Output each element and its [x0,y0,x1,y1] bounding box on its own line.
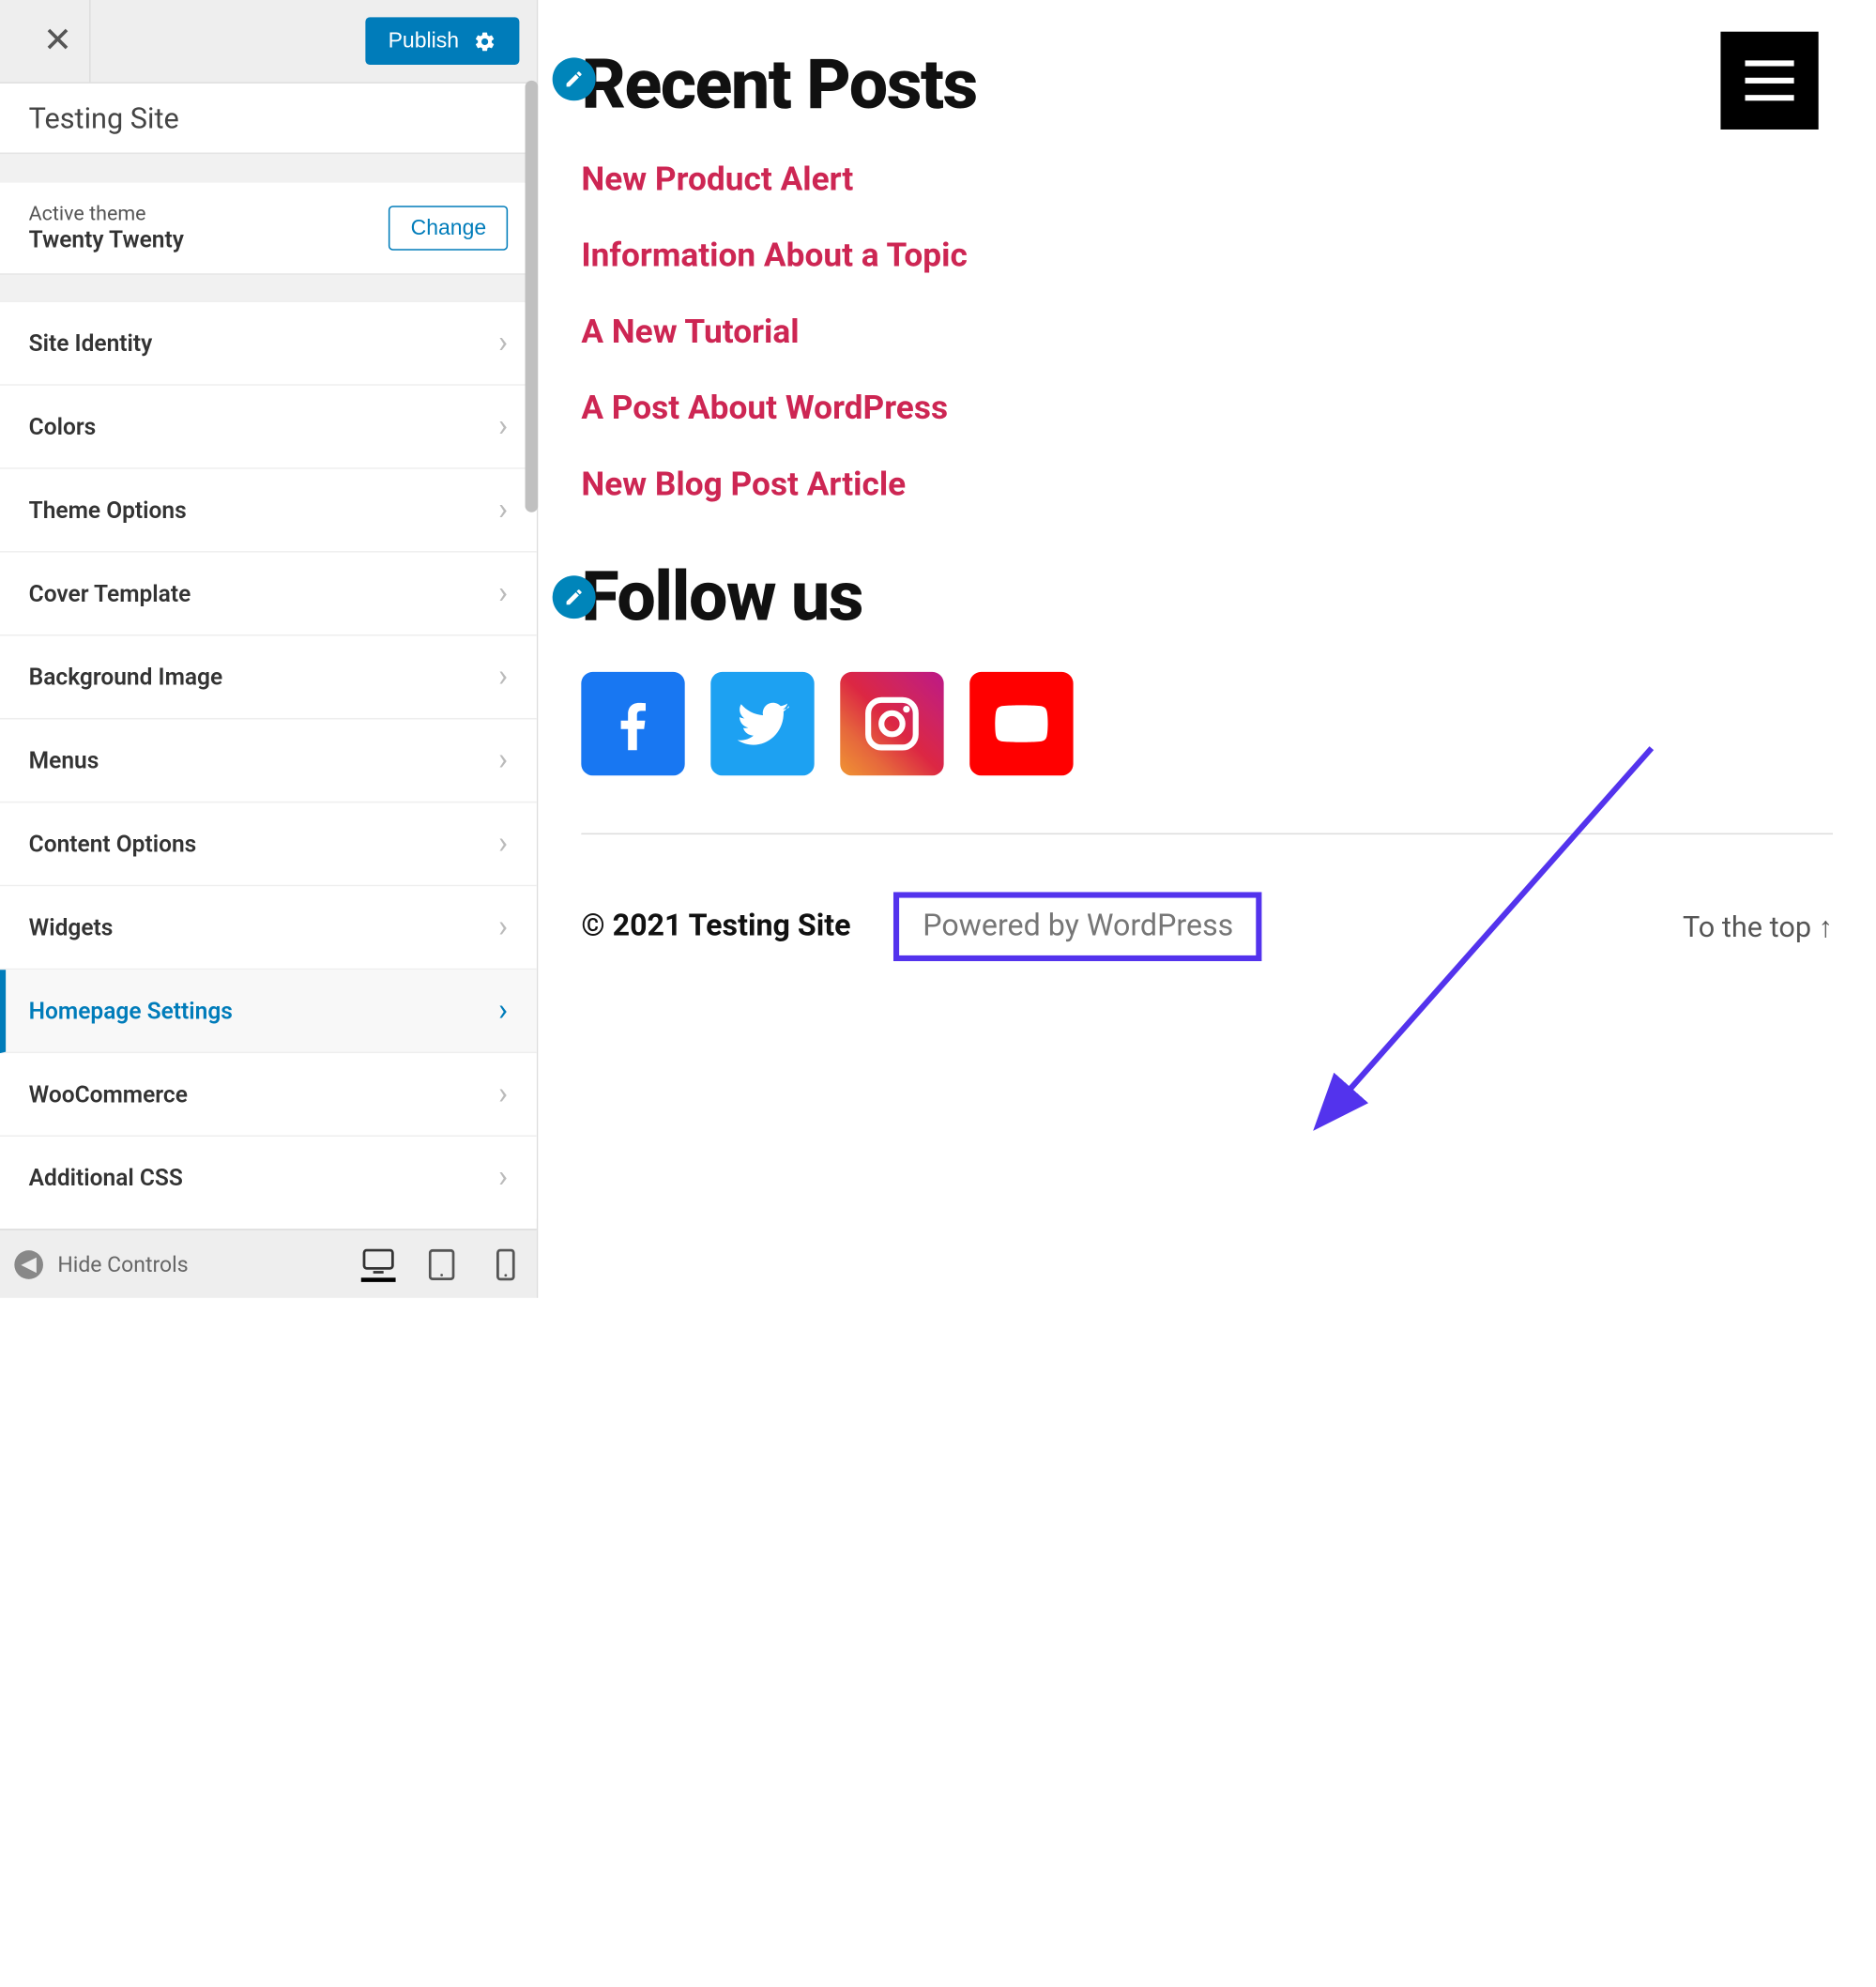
sidebar-header: ✕ Publish [0,0,537,84]
sidebar-item-content-options[interactable]: Content Options › [0,802,537,886]
customizer-sidebar: ✕ Publish Testing Site Active theme Twen… [0,0,538,1298]
sidebar-item-label: Site Identity [29,329,153,357]
edit-shortcut-button[interactable] [553,575,596,619]
chevron-right-icon: › [498,993,508,1029]
follow-us-widget: Follow us [581,556,1833,776]
recent-post-link[interactable]: A Post About WordPress [581,389,1833,427]
publish-button[interactable]: Publish [365,17,519,65]
powered-by-text[interactable]: Powered by WordPress [894,892,1262,961]
active-theme-name: Twenty Twenty [29,226,184,253]
sidebar-item-label: Theme Options [29,497,187,524]
recent-post-link[interactable]: New Blog Post Article [581,465,1833,503]
recent-post-link[interactable]: New Product Alert [581,160,1833,198]
recent-posts-title: Recent Posts [581,43,1833,125]
sidebar-item-homepage-settings[interactable]: Homepage Settings › [0,970,537,1053]
active-theme-row: Active theme Twenty Twenty Change [0,183,537,275]
sidebar-item-colors[interactable]: Colors › [0,386,537,469]
site-footer: © 2021 Testing Site Powered by WordPress… [581,892,1833,1004]
recent-posts-widget: Recent Posts New Product Alert Informatio… [581,43,1833,504]
instagram-button[interactable] [840,672,943,775]
sidebar-scrollbar[interactable] [526,81,539,1229]
edit-shortcut-button[interactable] [553,57,596,100]
chevron-right-icon: › [498,1077,508,1112]
facebook-icon [602,692,664,755]
twitter-icon [731,692,794,755]
tablet-preview-button[interactable] [424,1246,459,1281]
sidebar-item-label: WooCommerce [29,1080,188,1108]
chevron-right-icon: › [498,659,508,695]
sidebar-item-background-image[interactable]: Background Image › [0,636,537,720]
chevron-right-icon: › [498,909,508,945]
change-theme-button[interactable]: Change [389,206,509,251]
sidebar-item-label: Content Options [29,831,197,858]
sidebar-item-label: Cover Template [29,580,191,607]
hide-controls-button[interactable]: ◀ Hide Controls [14,1249,188,1278]
site-title[interactable]: Testing Site [0,84,537,154]
publish-label: Publish [389,29,459,53]
sidebar-item-woocommerce[interactable]: WooCommerce › [0,1053,537,1137]
chevron-right-icon: › [498,1160,508,1196]
to-top-link[interactable]: To the top ↑ [1683,909,1833,944]
hide-controls-label: Hide Controls [57,1251,188,1277]
social-icons-row [581,672,1833,775]
chevron-right-icon: › [498,575,508,611]
scrollbar-thumb[interactable] [526,81,539,512]
youtube-button[interactable] [969,672,1073,775]
gear-icon [473,29,496,53]
sidebar-item-label: Additional CSS [29,1164,183,1191]
youtube-icon [990,692,1053,755]
chevron-right-icon: › [498,325,508,360]
active-theme-label: Active theme [29,203,184,226]
follow-us-title: Follow us [581,556,1833,637]
customizer-menu: Site Identity›Colors›Theme Options›Cover… [0,300,537,1229]
sidebar-item-label: Colors [29,413,97,440]
sidebar-item-site-identity[interactable]: Site Identity › [0,302,537,386]
sidebar-footer: ◀ Hide Controls [0,1229,537,1298]
sidebar-item-cover-template[interactable]: Cover Template › [0,553,537,636]
recent-post-link[interactable]: Information About a Topic [581,236,1833,274]
chevron-right-icon: › [498,826,508,862]
desktop-preview-button[interactable] [361,1246,396,1281]
recent-posts-list: New Product Alert Information About a Top… [581,160,1833,503]
copyright-text: © 2021 Testing Site [581,909,850,944]
chevron-right-icon: › [498,408,508,444]
footer-divider [581,833,1833,835]
close-button[interactable]: ✕ [26,0,91,82]
device-preview-toggle [361,1246,523,1281]
chevron-right-icon: › [498,492,508,527]
recent-post-link[interactable]: A New Tutorial [581,313,1833,351]
twitter-button[interactable] [710,672,814,775]
sidebar-item-additional-css[interactable]: Additional CSS › [0,1137,537,1218]
facebook-button[interactable] [581,672,684,775]
sidebar-item-label: Background Image [29,664,223,691]
sidebar-item-label: Widgets [29,913,114,940]
sidebar-item-label: Homepage Settings [29,997,233,1024]
sidebar-item-widgets[interactable]: Widgets › [0,886,537,970]
sidebar-item-label: Menus [29,747,99,774]
collapse-icon: ◀ [14,1249,43,1278]
pencil-icon [564,587,584,606]
preview-pane: Recent Posts New Product Alert Informatio… [538,0,1876,1298]
sidebar-item-menus[interactable]: Menus › [0,719,537,802]
instagram-icon [861,692,923,755]
chevron-right-icon: › [498,742,508,778]
sidebar-item-theme-options[interactable]: Theme Options › [0,469,537,553]
pencil-icon [564,69,584,89]
mobile-preview-button[interactable] [488,1246,523,1281]
